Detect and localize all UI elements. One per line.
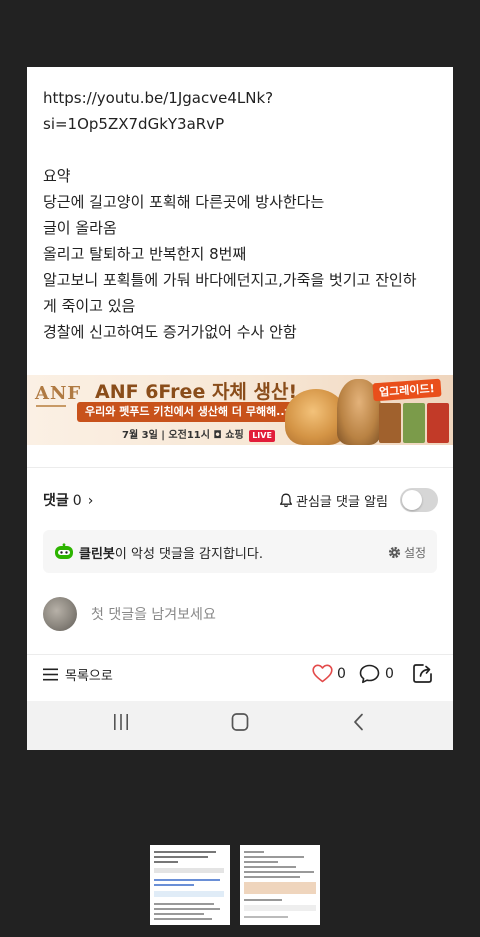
thumbnail-line [244, 905, 316, 911]
post-text-line: 당근에 길고양이 포획해 다른곳에 방사한다는 [43, 193, 325, 211]
thumbnail-line [154, 861, 178, 863]
ad-date-text: 7월 3일 | 오전11시 [122, 430, 210, 441]
post-text-line: 올리고 탈퇴하고 반복한지 8번째 [43, 245, 247, 263]
comment-alarm-label: 관심글 댓글 알림 [279, 491, 388, 510]
ad-logo-underline [36, 405, 66, 407]
ad-product-bag [427, 403, 449, 443]
system-navigation-bar [27, 701, 453, 750]
thumbnail-line [154, 913, 204, 915]
page-thumbnail[interactable] [240, 845, 320, 925]
comment-button[interactable]: 0 [359, 664, 394, 684]
home-icon[interactable] [230, 713, 250, 731]
thumbnail-line [244, 851, 264, 853]
menu-icon [43, 668, 58, 681]
thumbnail-line [154, 884, 194, 886]
back-to-list-button[interactable]: 목록으로 [43, 665, 113, 684]
thumbnail-line [154, 903, 214, 905]
cleanbot-name: 클린봇 [79, 547, 115, 562]
thumbnail-line [244, 876, 300, 878]
cleanbot-icon [55, 543, 73, 559]
gear-icon [388, 546, 401, 559]
thumbnail-line [244, 916, 288, 918]
post-text-line: 요약 [43, 167, 71, 185]
comment-label: 댓글 [43, 493, 69, 509]
page-thumbnail[interactable] [150, 845, 230, 925]
ad-headline: ANF 6Free 자체 생산! [95, 381, 298, 403]
chevron-right-icon: › [87, 493, 94, 509]
heart-icon [312, 664, 333, 683]
thumbnail-line [244, 861, 278, 863]
ad-logo: ANF [35, 383, 82, 404]
toggle-knob [402, 490, 422, 510]
post-text-line: 알고보니 포획틀에 가둬 바다에던지고,가죽을 벗기고 잔인하 [43, 271, 417, 289]
ad-shop-label: ◘ 쇼핑 [213, 430, 244, 441]
ad-live-badge: LIVE [249, 430, 275, 442]
divider [27, 467, 453, 468]
ad-product-bag [379, 403, 401, 443]
comment-count-link[interactable]: 댓글 0 › [43, 490, 93, 510]
thumbnail-line [244, 899, 282, 901]
post-text-line: 게 죽이고 있음 [43, 297, 136, 315]
bell-icon [279, 493, 293, 508]
thumbnail-line [154, 856, 208, 858]
thumbnail-line [154, 891, 224, 897]
share-icon[interactable] [412, 662, 434, 684]
comment-bubble-icon [359, 664, 380, 684]
alarm-text: 관심글 댓글 알림 [296, 495, 388, 510]
recent-apps-icon[interactable] [111, 713, 131, 731]
thumbnail-line [244, 866, 296, 868]
ad-product-bag [403, 403, 425, 443]
thumbnail-line [154, 879, 220, 881]
cleanbot-notice: 클린봇이 악성 댓글을 감지합니다. 설정 [43, 530, 437, 573]
ad-date: 7월 3일 | 오전11시 ◘ 쇼핑 LIVE [122, 426, 275, 442]
post-spacer [43, 137, 438, 163]
back-icon[interactable] [351, 713, 367, 731]
like-button[interactable]: 0 [312, 664, 346, 683]
like-count: 0 [337, 665, 346, 682]
settings-label: 설정 [404, 546, 427, 560]
post-text-line: 경찰에 신고하여도 증거가없어 수사 안함 [43, 323, 297, 341]
ad-subline: 우리와 펫푸드 키친에서 생산해 더 무해해..ㅠ! [77, 402, 308, 422]
thumbnail-line [154, 908, 220, 910]
divider [27, 654, 453, 655]
thumbnail-line [244, 882, 316, 894]
post-text-line: 글이 올라옴 [43, 219, 117, 237]
post-viewer-card: https://youtu.be/1Jgacve4LNk? si=1Op5ZX7… [27, 67, 453, 750]
cleanbot-message: 이 악성 댓글을 감지합니다. [114, 547, 263, 562]
thumbnail-line [154, 868, 224, 873]
thumbnail-line [244, 871, 314, 873]
ad-banner[interactable]: ANF ANF 6Free 자체 생산! 우리와 펫푸드 키친에서 생산해 더 … [27, 375, 453, 445]
post-body: https://youtu.be/1Jgacve4LNk? si=1Op5ZX7… [43, 85, 438, 345]
cleanbot-settings-button[interactable]: 설정 [388, 544, 426, 561]
ad-upgrade-badge: 업그레이드! [372, 378, 442, 402]
thumbnail-line [154, 918, 212, 920]
avatar [43, 597, 77, 631]
cleanbot-text: 클린봇이 악성 댓글을 감지합니다. [79, 543, 263, 562]
thumbnail-line [154, 851, 216, 853]
post-link-line[interactable]: https://youtu.be/1Jgacve4LNk? [43, 85, 438, 111]
comment-alarm-toggle[interactable] [400, 488, 438, 512]
comment-count: 0 [385, 666, 394, 682]
post-link-line[interactable]: si=1Op5ZX7dGkY3aRvP [43, 111, 438, 137]
comment-input[interactable]: 첫 댓글을 남겨보세요 [91, 604, 216, 624]
list-label: 목록으로 [65, 669, 113, 684]
thumbnail-line [244, 856, 304, 858]
comment-count: 0 [72, 493, 82, 509]
